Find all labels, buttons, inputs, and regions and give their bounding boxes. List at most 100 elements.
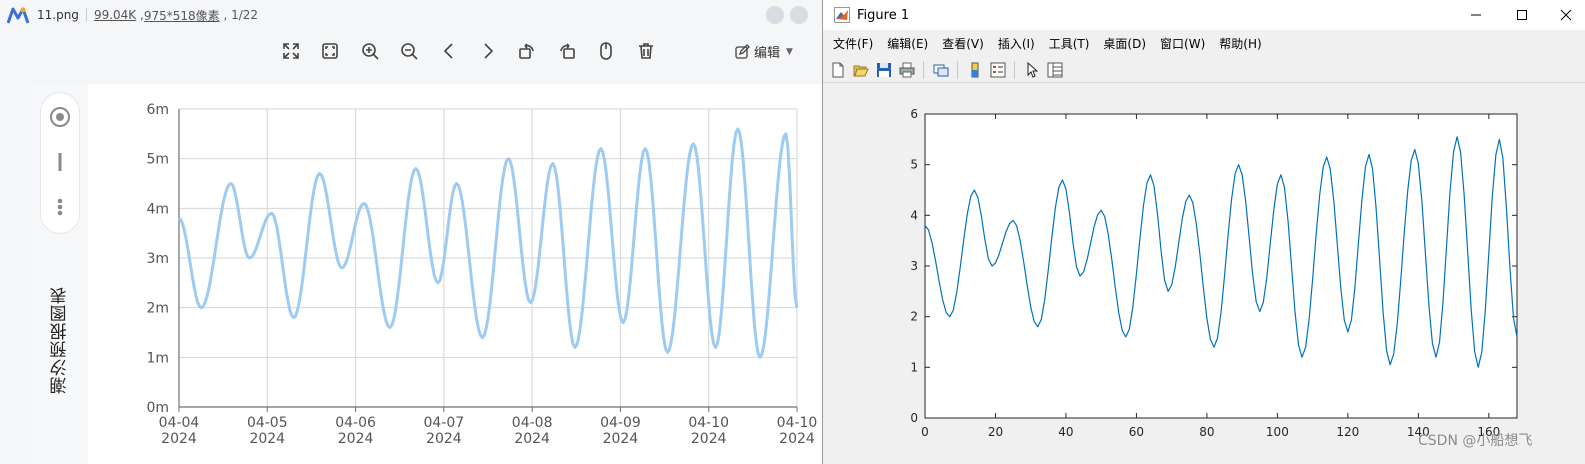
viewer-toolbar: 编辑 ▼ — [0, 34, 822, 68]
prev-icon[interactable] — [436, 38, 462, 64]
image-position: 1/22 — [231, 8, 259, 22]
x-tick-label-date: 04-10 — [688, 415, 729, 431]
menu-item-4[interactable]: 工具(T) — [1049, 35, 1090, 52]
zoom-in-icon[interactable] — [357, 38, 383, 64]
link-icon[interactable] — [930, 59, 952, 81]
menu-item-0[interactable]: 文件(F) — [833, 35, 873, 52]
close-icon — [1560, 9, 1572, 21]
radio-selected-icon[interactable] — [49, 106, 71, 128]
matlab-line-plot: 01234560 20 40 60 80 100 120 140 160 — [910, 107, 1518, 439]
x-tick-label-year: 2024 — [249, 431, 285, 447]
file-name: 11.png — [37, 8, 79, 22]
delete-icon[interactable] — [633, 38, 659, 64]
y-tick-label: 4m — [146, 201, 169, 217]
figure-toolbar — [823, 57, 1585, 83]
figure-title-bar: Figure 1 — [823, 0, 1585, 30]
x-tick-label-date: 04-10 — [777, 415, 818, 431]
next-icon[interactable] — [475, 38, 501, 64]
close-button[interactable] — [1543, 0, 1585, 30]
y-tick-label: 2 — [910, 310, 918, 324]
legend-icon[interactable] — [987, 59, 1009, 81]
y-tick-label: 1 — [910, 360, 918, 374]
x-tick-label: 40 — [1058, 425, 1073, 439]
app-logo-icon — [7, 7, 29, 24]
x-tick-label-date: 04-04 — [159, 415, 200, 431]
x-tick-label: 60 — [1129, 425, 1144, 439]
menu-item-5[interactable]: 桌面(D) — [1103, 35, 1146, 52]
menu-item-3[interactable]: 插入(I) — [998, 35, 1035, 52]
x-tick-label: 120 — [1336, 425, 1359, 439]
figure-title: Figure 1 — [857, 7, 910, 23]
open-icon[interactable] — [850, 59, 872, 81]
menu-item-1[interactable]: 编辑(E) — [887, 35, 928, 52]
axes-box — [924, 113, 1518, 419]
fullscreen-icon[interactable] — [278, 38, 304, 64]
x-tick-label: 80 — [1199, 425, 1214, 439]
x-tick-label-year: 2024 — [514, 431, 550, 447]
viewer-title-bar: 11.png 99.04K , 975*518像素 , 1/22 — [0, 0, 822, 30]
zoom-out-icon[interactable] — [396, 38, 422, 64]
select-icon[interactable] — [1021, 59, 1043, 81]
x-tick-label-date: 04-06 — [335, 415, 376, 431]
image-dimensions[interactable]: 975*518像素 — [144, 7, 220, 24]
property-icon[interactable] — [1044, 59, 1066, 81]
y-tick-label: 2m — [146, 301, 169, 317]
tide-series-line — [178, 127, 799, 359]
edit-icon — [735, 43, 750, 59]
x-tick-label-year: 2024 — [426, 431, 462, 447]
new-icon[interactable] — [827, 59, 849, 81]
more-vertical-icon[interactable] — [49, 196, 71, 218]
divider-line-icon[interactable] — [49, 151, 71, 173]
maximize-button[interactable] — [1499, 0, 1545, 30]
x-tick-label-year: 2024 — [161, 431, 197, 447]
menu-item-6[interactable]: 窗口(W) — [1160, 35, 1205, 52]
shield-icon[interactable] — [790, 6, 808, 24]
menu-item-7[interactable]: 帮助(H) — [1219, 35, 1261, 52]
x-tick-label: 20 — [988, 425, 1003, 439]
x-tick-label-year: 2024 — [779, 431, 815, 447]
rotate-right-icon[interactable] — [554, 38, 580, 64]
colorbar-icon[interactable] — [964, 59, 986, 81]
minimize-button[interactable] — [1453, 0, 1499, 30]
minimize-icon — [1471, 14, 1481, 16]
mouse-icon[interactable] — [593, 38, 619, 64]
cloud-icon[interactable] — [766, 6, 784, 24]
x-tick-label-date: 04-07 — [424, 415, 465, 431]
y-tick-label: 3m — [146, 251, 169, 267]
csdn-watermark: CSDN @小船想飞 — [1418, 433, 1533, 449]
fit-icon[interactable] — [317, 38, 343, 64]
menu-item-2[interactable]: 查看(V) — [942, 35, 984, 52]
y-tick-label: 0m — [146, 400, 169, 416]
y-tick-label: 4 — [910, 208, 918, 222]
x-tick-label-year: 2024 — [338, 431, 374, 447]
image-viewer-window: 11.png 99.04K , 975*518像素 , 1/22 编辑 ▼ 潮汐… — [0, 0, 822, 464]
tide-forecast-chart: 0m1m2m3m4m5m6m04-04202404-05202404-06202… — [146, 102, 818, 447]
x-tick-label-date: 04-09 — [600, 415, 641, 431]
edit-button[interactable]: 编辑 ▼ — [734, 42, 793, 61]
caret-down-icon: ▼ — [786, 46, 793, 57]
maximize-icon — [1517, 10, 1527, 20]
y-tick-label: 0 — [910, 411, 918, 425]
x-tick-label-year: 2024 — [603, 431, 639, 447]
edit-label: 编辑 — [754, 46, 781, 61]
y-tick-label: 6 — [910, 107, 918, 121]
print-icon[interactable] — [896, 59, 918, 81]
matlab-logo-icon — [834, 7, 850, 23]
y-tick-label: 6m — [146, 102, 169, 118]
x-tick-label-date: 04-05 — [247, 415, 288, 431]
y-tick-label: 1m — [146, 350, 169, 366]
x-tick-label: 0 — [921, 425, 929, 439]
file-size[interactable]: 99.04K — [94, 8, 136, 22]
x-tick-label: 100 — [1266, 425, 1289, 439]
y-tick-label: 3 — [910, 259, 918, 273]
x-tick-label-year: 2024 — [691, 431, 727, 447]
chart-side-title: 潮汐预报图表 — [50, 286, 71, 394]
y-tick-label: 5m — [146, 152, 169, 168]
title-divider — [85, 8, 87, 22]
x-tick-label-date: 04-08 — [512, 415, 553, 431]
figure-menu-bar: 文件(F) 编辑(E) 查看(V) 插入(I) 工具(T) 桌面(D) 窗口(W) 帮助(H) — [823, 32, 1585, 54]
y-tick-label: 5 — [910, 158, 918, 172]
save-icon[interactable] — [873, 59, 895, 81]
rotate-left-icon[interactable] — [514, 38, 540, 64]
figure-window: Figure 1 文件(F) 编辑(E) 查看(V) 插入(I) 工具(T) 桌面(D) 窗… — [822, 0, 1585, 464]
